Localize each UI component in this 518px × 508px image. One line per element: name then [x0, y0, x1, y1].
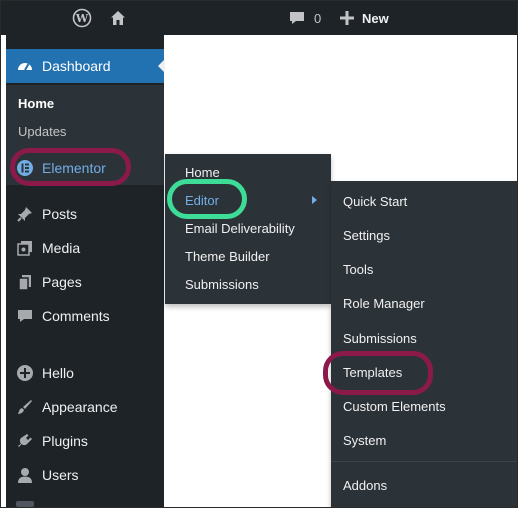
- new-label: New: [362, 10, 389, 26]
- pages-icon: [15, 272, 35, 292]
- plus-circle-icon: [15, 363, 35, 383]
- sidebar-item-label: Comments: [42, 308, 110, 324]
- plus-icon: [340, 11, 354, 25]
- sidebar-item-label: Media: [42, 240, 81, 256]
- sidebar-item-label: Hello: [42, 365, 74, 381]
- admin-sidebar: Dashboard Home Updates Elementor Posts M…: [6, 35, 165, 507]
- plug-icon: [15, 431, 35, 451]
- dashboard-submenu: Home Updates: [6, 85, 164, 151]
- flyout-item-theme-builder[interactable]: Theme Builder: [185, 249, 270, 264]
- sidebar-item-label: Elementor: [42, 160, 106, 176]
- sidebar-item-dashboard[interactable]: Dashboard: [6, 49, 165, 83]
- admin-bar: W 0 New: [1, 1, 517, 35]
- screenshot-frame: W 0 New Dashboard Home Updates Elementor…: [0, 0, 518, 508]
- comment-bubble-icon: [290, 12, 304, 24]
- current-menu-pointer: [158, 59, 165, 73]
- flyout-item-submissions[interactable]: Submissions: [185, 277, 259, 292]
- media-icon: [15, 238, 35, 258]
- svg-text:W: W: [75, 12, 89, 25]
- sidebar-item-plugins[interactable]: Plugins: [6, 424, 164, 458]
- sidebar-item-label: Plugins: [42, 433, 88, 449]
- flyout-item-editor[interactable]: Editor: [185, 193, 219, 208]
- sidebar-item-label: Appearance: [42, 399, 118, 415]
- sidebar-item-label: Users: [42, 467, 79, 483]
- flyout-item-role-manager[interactable]: Role Manager: [343, 296, 425, 311]
- flyout-item-custom-elements[interactable]: Custom Elements: [343, 399, 446, 414]
- sidebar-item-hello[interactable]: Hello: [6, 356, 164, 390]
- editor-flyout-menu: Quick Start Settings Tools Role Manager …: [331, 181, 517, 507]
- home-icon[interactable]: [109, 1, 127, 35]
- user-icon: [15, 465, 35, 485]
- brush-icon: [15, 397, 35, 417]
- sidebar-item-label: Pages: [42, 274, 82, 290]
- sidebar-item-pages[interactable]: Pages: [6, 265, 164, 299]
- flyout-item-templates[interactable]: Templates: [343, 365, 402, 380]
- flyout-item-addons[interactable]: Addons: [343, 478, 387, 493]
- new-content-button[interactable]: New: [340, 1, 389, 35]
- sidebar-item-comments[interactable]: Comments: [6, 299, 164, 333]
- pin-icon: [15, 204, 35, 224]
- dashboard-icon: [15, 56, 35, 76]
- elementor-flyout-menu: Home Editor Email Deliverability Theme B…: [165, 154, 331, 304]
- sidebar-item-elementor[interactable]: Elementor: [6, 151, 164, 185]
- sidebar-item-appearance[interactable]: Appearance: [6, 390, 164, 424]
- flyout-item-tools[interactable]: Tools: [343, 262, 373, 277]
- flyout-item-home[interactable]: Home: [185, 165, 220, 180]
- submenu-item-home[interactable]: Home: [18, 96, 54, 111]
- flyout-item-submissions[interactable]: Submissions: [343, 331, 417, 346]
- sidebar-item-media[interactable]: Media: [6, 231, 164, 265]
- chevron-right-icon: [312, 196, 317, 204]
- elementor-icon: [15, 158, 35, 178]
- comment-icon: [15, 306, 35, 326]
- wordpress-logo-icon[interactable]: W: [72, 1, 92, 35]
- sidebar-item-label: Dashboard: [42, 58, 111, 74]
- sidebar-item-label: Posts: [42, 206, 78, 222]
- menu-divider: [331, 461, 517, 462]
- sidebar-item-users[interactable]: Users: [6, 458, 164, 492]
- comments-button[interactable]: 0: [288, 1, 321, 35]
- flyout-item-quick-start[interactable]: Quick Start: [343, 194, 407, 209]
- submenu-item-updates[interactable]: Updates: [18, 124, 66, 139]
- flyout-item-system[interactable]: System: [343, 433, 386, 448]
- sidebar-item-posts[interactable]: Posts: [6, 197, 164, 231]
- comments-count: 0: [314, 10, 322, 26]
- partially-hidden-icon: [16, 501, 34, 507]
- flyout-item-email-deliverability[interactable]: Email Deliverability: [185, 221, 295, 236]
- flyout-item-settings[interactable]: Settings: [343, 228, 390, 243]
